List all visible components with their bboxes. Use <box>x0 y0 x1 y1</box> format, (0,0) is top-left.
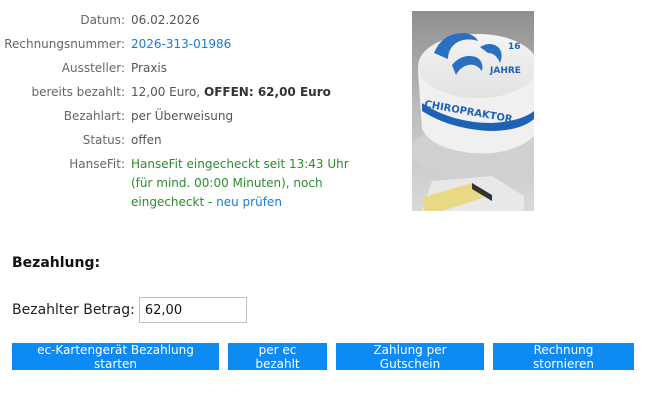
cake-text-years: JAHRE <box>489 66 521 76</box>
action-buttons: ec-Kartengerät Bezahlung starten per ec … <box>12 343 643 371</box>
payment-section-title: Bezahlung: <box>12 255 101 271</box>
cake-photo-image: 16 JAHRE CHIROPRAKTOR <box>412 11 534 211</box>
already-paid-amount: 12,00 Euro, <box>131 85 204 99</box>
status-value: offen <box>131 133 162 147</box>
row-hansefit: HanseFit: HanseFit eingecheckt seit 13:4… <box>0 155 400 212</box>
amount-label: Bezahlter Betrag: <box>12 302 135 318</box>
row-status: Status: offen <box>0 131 400 150</box>
already-paid-value: 12,00 Euro, OFFEN: 62,00 Euro <box>131 83 400 102</box>
already-paid-label: bereits bezahlt: <box>31 85 126 99</box>
row-payment-method: Bezahlart: per Überweisung <box>0 107 400 126</box>
issuer-label: Aussteller: <box>61 61 125 75</box>
date-value: 06.02.2026 <box>131 13 200 27</box>
row-already-paid: bereits bezahlt: 12,00 Euro, OFFEN: 62,0… <box>0 83 400 102</box>
payment-method-label: Bezahlart: <box>63 109 125 123</box>
hansefit-label: HanseFit: <box>69 157 125 171</box>
ec-paid-button[interactable]: per ec bezahlt <box>228 343 327 371</box>
row-issuer: Aussteller: Praxis <box>0 59 400 78</box>
invoice-number-label: Rechnungsnummer: <box>4 37 125 51</box>
date-label: Datum: <box>80 13 125 27</box>
cake-photo: 16 JAHRE CHIROPRAKTOR <box>412 11 534 211</box>
amount-row: Bezahlter Betrag: <box>12 297 247 323</box>
row-invoice-number: Rechnungsnummer: 2026-313-01986 <box>0 35 400 54</box>
payment-method-value: per Überweisung <box>131 109 234 123</box>
cake-text-number: 16 <box>508 42 521 52</box>
issuer-value: Praxis <box>131 61 167 75</box>
hansefit-value: HanseFit eingecheckt seit 13:43 Uhr (für… <box>131 155 400 212</box>
invoice-details: Datum: 06.02.2026 Rechnungsnummer: 2026-… <box>0 11 400 217</box>
amount-input[interactable] <box>138 297 247 323</box>
row-date: Datum: 06.02.2026 <box>0 11 400 30</box>
cancel-invoice-button[interactable]: Rechnung stornieren <box>493 343 634 371</box>
voucher-payment-button[interactable]: Zahlung per Gutschein <box>336 343 484 371</box>
recheck-link[interactable]: neu prüfen <box>216 195 282 209</box>
status-label: Status: <box>82 133 125 147</box>
ec-terminal-payment-button[interactable]: ec-Kartengerät Bezahlung starten <box>12 343 219 371</box>
open-amount: OFFEN: 62,00 Euro <box>204 85 331 99</box>
invoice-number-link[interactable]: 2026-313-01986 <box>131 37 231 51</box>
